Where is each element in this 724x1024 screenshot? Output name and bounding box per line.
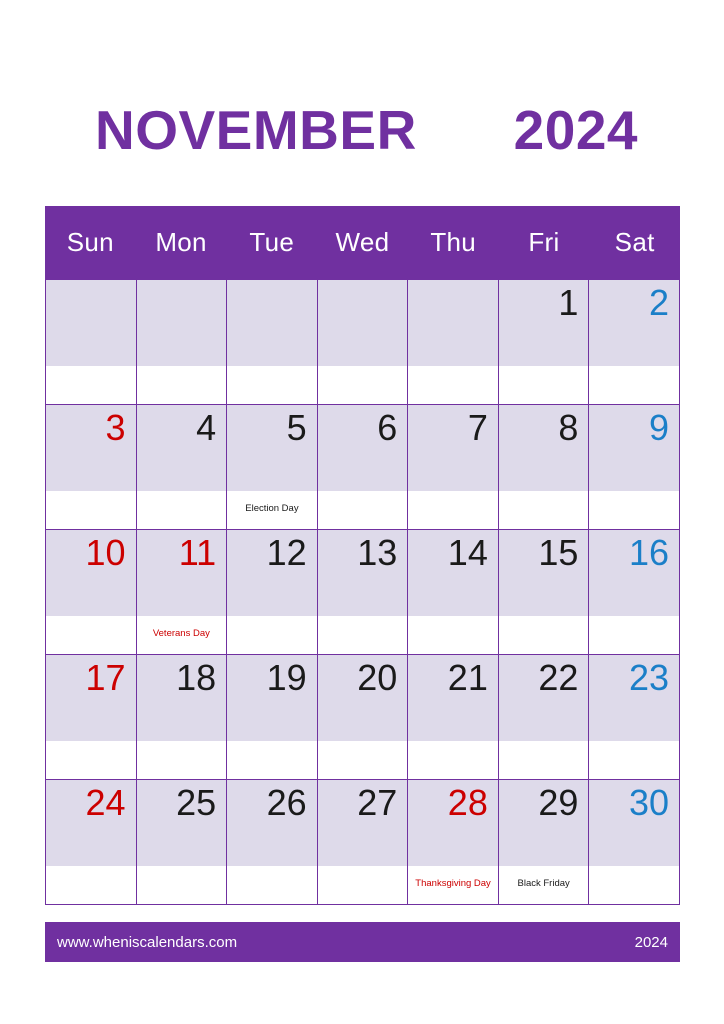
day-cell-empty [136, 280, 228, 405]
day-cell-1[interactable]: 1 [498, 280, 590, 405]
day-number: 7 [467, 407, 488, 448]
day-cell-4[interactable]: 4 [136, 405, 228, 530]
day-cell-shade [136, 280, 227, 366]
day-number: 14 [447, 532, 488, 573]
day-header-thu: Thu [430, 227, 477, 257]
day-number: 28 [447, 782, 488, 823]
week-row: 3 4 5 Election Day 6 7 8 9 [46, 405, 680, 530]
day-cell-27[interactable]: 27 [317, 780, 409, 905]
day-number: 19 [266, 657, 307, 698]
day-cell-21[interactable]: 21 [408, 655, 499, 780]
calendar-page: NOVEMBER 2024 Sun Mon Tue Wed Thu Fri Sat 1234… [0, 0, 724, 1024]
day-cell-6[interactable]: 6 [317, 405, 409, 530]
day-cell-20[interactable]: 20 [317, 655, 409, 780]
day-number: 26 [266, 782, 307, 823]
calendar-weeks: 1 2 3 4 5 Election Day 6 7 8 9 10 11 Veterans Day 12 1… [45, 279, 680, 905]
day-cell-14[interactable]: 14 [408, 530, 499, 655]
day-number: 6 [377, 407, 398, 448]
day-number: 27 [357, 782, 398, 823]
day-cell-3[interactable]: 3 [46, 405, 137, 530]
day-number: 5 [286, 407, 307, 448]
day-cell-11[interactable]: 11 Veterans Day [136, 530, 228, 655]
day-number: 17 [85, 657, 126, 698]
day-cell-18[interactable]: 18 [136, 655, 228, 780]
calendar-title: NOVEMBER 2024 [45, 95, 680, 165]
calendar-grid: Sun Mon Tue Wed Thu Fri Sat 1 2 3 4 5 Election Day 6… [45, 206, 680, 905]
day-number: 23 [628, 657, 669, 698]
day-number: 25 [176, 782, 217, 823]
day-number: 18 [176, 657, 217, 698]
day-cell-shade [408, 280, 498, 366]
day-cell-25[interactable]: 25 [136, 780, 228, 905]
day-cell-26[interactable]: 26 [227, 780, 318, 905]
day-cell-17[interactable]: 17 [46, 655, 137, 780]
day-cell-empty [317, 280, 409, 405]
day-cell-shade [227, 280, 317, 366]
day-cell-12[interactable]: 12 [227, 530, 318, 655]
day-cell-5[interactable]: 5 Election Day [227, 405, 318, 530]
day-cell-24[interactable]: 24 [46, 780, 137, 905]
day-cell-9[interactable]: 9 [589, 405, 680, 530]
calendar-footer: www.wheniscalendars.com 2024 [45, 922, 680, 962]
day-cell-empty [46, 280, 137, 405]
day-cell-16[interactable]: 16 [589, 530, 680, 655]
day-number: 13 [357, 532, 398, 573]
day-header-wed: Wed [335, 227, 390, 257]
day-number: 21 [447, 657, 488, 698]
day-header-mon: Mon [155, 227, 207, 257]
day-number: 9 [648, 407, 669, 448]
title-month: NOVEMBER [95, 98, 417, 161]
day-cell-19[interactable]: 19 [227, 655, 318, 780]
day-header-sat: Sat [614, 227, 655, 257]
day-cell-shade [46, 280, 136, 366]
day-cell-30[interactable]: 30 [589, 780, 680, 905]
week-row: 24 25 26 27 28 Thanksgiving Day 29 Black Friday… [46, 780, 680, 905]
day-number: 2 [648, 282, 669, 323]
day-number: 15 [538, 532, 579, 573]
day-number: 24 [85, 782, 126, 823]
day-number: 29 [538, 782, 579, 823]
day-cell-8[interactable]: 8 [498, 405, 590, 530]
day-cell-2[interactable]: 2 [589, 280, 680, 405]
day-number: 12 [266, 532, 307, 573]
day-cell-empty [408, 280, 499, 405]
footer-website[interactable]: www.wheniscalendars.com [57, 934, 237, 951]
day-header-tue: Tue [249, 227, 295, 257]
day-number: 8 [558, 407, 579, 448]
day-number: 4 [196, 407, 217, 448]
day-event-label: Thanksgiving Day [415, 877, 491, 889]
day-cell-23[interactable]: 23 [589, 655, 680, 780]
day-cell-shade [317, 280, 408, 366]
day-number: 3 [105, 407, 126, 448]
day-number: 1 [558, 282, 579, 323]
week-row: 17 18 19 20 21 22 23 [46, 655, 680, 780]
day-number: 10 [85, 532, 126, 573]
day-header-fri: Fri [528, 227, 560, 257]
day-cell-22[interactable]: 22 [498, 655, 590, 780]
day-cell-28[interactable]: 28 Thanksgiving Day [408, 780, 499, 905]
day-event-label: Veterans Day [152, 627, 210, 639]
day-cell-7[interactable]: 7 [408, 405, 499, 530]
day-number: 30 [628, 782, 669, 823]
day-number: 16 [628, 532, 669, 573]
day-of-week-header: Sun Mon Tue Wed Thu Fri Sat [45, 206, 680, 279]
day-event-label: Black Friday [517, 877, 570, 889]
day-number: 20 [357, 657, 398, 698]
footer-year: 2024 [634, 933, 668, 951]
day-cell-13[interactable]: 13 [317, 530, 409, 655]
day-cell-10[interactable]: 10 [46, 530, 137, 655]
day-event-label: Election Day [245, 502, 299, 514]
week-row: 12 [46, 280, 680, 405]
week-row: 10 11 Veterans Day 12 13 14 15 16 [46, 530, 680, 655]
day-number: 22 [538, 657, 579, 698]
day-cell-empty [227, 280, 318, 405]
day-cell-15[interactable]: 15 [498, 530, 590, 655]
title-year: 2024 [513, 98, 638, 161]
day-number: 11 [178, 532, 217, 573]
day-cell-29[interactable]: 29 Black Friday [498, 780, 590, 905]
day-header-sun: Sun [66, 227, 114, 257]
